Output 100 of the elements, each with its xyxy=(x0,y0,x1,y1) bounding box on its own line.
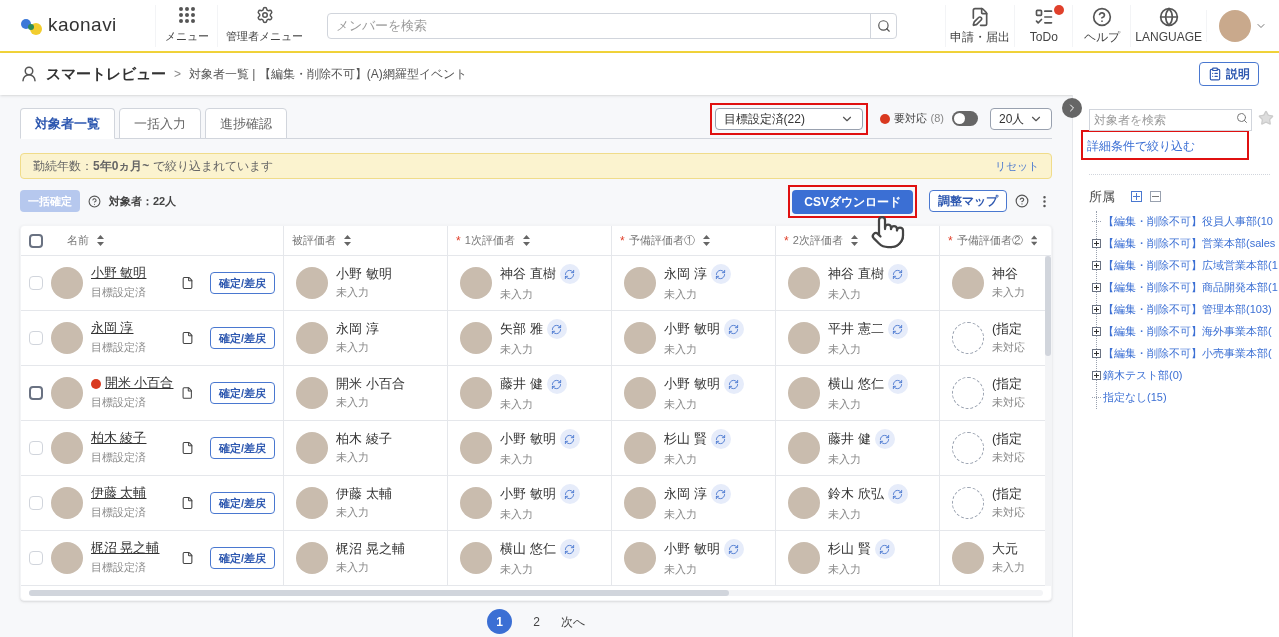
avatar xyxy=(460,267,492,299)
swap-icon[interactable] xyxy=(723,374,744,395)
avatar xyxy=(788,432,820,464)
reset-link[interactable]: リセット xyxy=(995,157,1039,175)
avatar xyxy=(788,377,820,409)
person-name: 永岡 淳 xyxy=(336,321,379,338)
target-count: 対象者：22人 xyxy=(109,193,177,209)
tab[interactable]: 進捗確認 xyxy=(205,108,287,139)
status-text: 未入力 xyxy=(664,398,698,412)
expand-icon[interactable] xyxy=(1092,327,1101,336)
tree-item[interactable]: 【編集・削除不可】役員人事部(10 xyxy=(1103,213,1273,230)
checkbox[interactable] xyxy=(29,386,43,400)
tree-item[interactable]: 【編集・削除不可】海外事業本部( xyxy=(1103,323,1272,340)
nav-button[interactable]: ToDo xyxy=(1014,4,1073,47)
expand-icon[interactable] xyxy=(1092,261,1101,270)
search-icon[interactable] xyxy=(1236,112,1248,124)
expand-icon[interactable] xyxy=(1092,283,1101,292)
star-icon[interactable] xyxy=(1258,110,1274,126)
column-header: 予備評価者② xyxy=(956,233,1023,249)
status-text: 未入力 xyxy=(664,288,698,302)
document-icon[interactable] xyxy=(180,496,194,510)
expand-all-icon[interactable] xyxy=(1131,191,1142,203)
csv-download-button[interactable]: CSVダウンロード xyxy=(792,189,913,214)
help-doc-button[interactable]: 説明 xyxy=(1199,62,1259,86)
help-icon[interactable] xyxy=(1015,194,1029,208)
member-name-link[interactable]: 開米 小百合 xyxy=(105,376,174,392)
member-search-field[interactable]: 対象者を検索 xyxy=(1089,109,1252,131)
person-name: 永岡 淳 xyxy=(664,486,707,503)
tree-item[interactable]: 【編集・削除不可】広域営業本部(1 xyxy=(1103,257,1278,274)
swap-icon[interactable] xyxy=(887,374,908,395)
user-avatar[interactable] xyxy=(1219,9,1251,42)
page-button[interactable]: 2 xyxy=(524,609,549,634)
tree-item[interactable]: 【編集・削除不可】営業本部(sales xyxy=(1103,235,1276,252)
horizontal-scrollbar[interactable] xyxy=(29,590,1043,596)
vertical-scrollbar[interactable] xyxy=(1045,256,1051,586)
status-text: 未入力 xyxy=(336,341,370,355)
expand-icon[interactable] xyxy=(1092,239,1101,248)
expand-icon[interactable] xyxy=(1092,305,1101,314)
tree-item[interactable]: 【編集・削除不可】商品開発本部(1 xyxy=(1103,279,1278,296)
document-icon[interactable] xyxy=(180,276,194,290)
sort-icon[interactable] xyxy=(850,235,858,246)
needs-action-label: 要対応 xyxy=(893,111,927,127)
help-icon[interactable] xyxy=(88,194,101,208)
tab[interactable]: 対象者一覧 xyxy=(20,108,115,139)
column-header: 被評価者 xyxy=(292,233,336,249)
person-name: 神谷 直樹 xyxy=(828,266,884,283)
nav-button[interactable]: 申請・届出 xyxy=(945,4,1015,47)
tree-item[interactable]: 【編集・削除不可】小売事業本部( xyxy=(1103,345,1272,362)
page-button[interactable]: 1 xyxy=(487,609,512,634)
person-name: 杉山 賢 xyxy=(828,541,871,558)
page-size-dropdown[interactable]: 20人 xyxy=(990,107,1052,130)
tree-item[interactable]: 鏑木テスト部(0) xyxy=(1103,367,1183,384)
collapse-button[interactable] xyxy=(1062,98,1082,118)
sort-icon[interactable] xyxy=(1030,235,1037,246)
status-text: 目標設定済 xyxy=(91,450,147,465)
document-icon[interactable] xyxy=(180,331,194,345)
expand-icon[interactable] xyxy=(1092,349,1101,358)
expand-icon[interactable] xyxy=(1092,371,1101,380)
person-name: (指定 xyxy=(992,376,1023,393)
adjust-map-button[interactable]: 調整マップ xyxy=(929,190,1007,212)
person-name: (指定 xyxy=(992,431,1023,448)
checkbox[interactable] xyxy=(29,233,43,248)
nav-button[interactable]: LANGUAGE xyxy=(1130,4,1206,47)
tree-item[interactable]: 指定なし(15) xyxy=(1103,389,1167,406)
sort-icon[interactable] xyxy=(702,235,710,246)
status-text: 目標設定済 xyxy=(91,505,147,520)
document-icon[interactable] xyxy=(181,386,194,400)
nav-button[interactable]: メニュー xyxy=(155,4,217,47)
avatar xyxy=(788,542,820,574)
avatar xyxy=(460,322,492,354)
swap-icon[interactable] xyxy=(546,374,567,395)
person-name: 鈴木 欣弘 xyxy=(828,486,884,503)
sort-icon[interactable] xyxy=(344,235,351,246)
person-name: 柏木 綾子 xyxy=(336,431,392,448)
status-dropdown[interactable]: 目標設定済(22) xyxy=(714,107,863,130)
avatar xyxy=(788,322,820,354)
search-icon[interactable] xyxy=(877,18,891,33)
avatar xyxy=(460,542,492,574)
document-icon[interactable] xyxy=(180,441,194,455)
person-name: 開米 小百合 xyxy=(336,376,405,393)
nav-button[interactable]: 管理者メニュー xyxy=(217,4,311,47)
status-text: 未入力 xyxy=(500,563,534,577)
member-search-field[interactable]: メンバーを検索 xyxy=(327,12,897,39)
avatar xyxy=(51,432,83,464)
sort-icon[interactable] xyxy=(522,235,530,246)
status-text: 未入力 xyxy=(828,398,862,412)
nav-button[interactable]: ヘルプ xyxy=(1072,4,1131,47)
collapse-all-icon[interactable] xyxy=(1150,191,1161,203)
document-icon[interactable] xyxy=(180,551,194,565)
next-page-link[interactable]: 次へ xyxy=(561,612,585,631)
page-title: スマートレビュー xyxy=(46,63,166,84)
toggle-switch[interactable] xyxy=(952,111,978,126)
tree-item[interactable]: 【編集・削除不可】管理本部(103) xyxy=(1103,301,1272,318)
sort-icon[interactable] xyxy=(97,235,104,246)
status-text: 未入力 xyxy=(828,563,862,577)
avatar xyxy=(296,432,328,464)
advanced-filter-link[interactable]: 詳細条件で絞り込む xyxy=(1087,137,1195,155)
confirm-return-button[interactable]: 確定/差戻 xyxy=(209,382,275,404)
tab[interactable]: 一括入力 xyxy=(119,108,201,139)
avatar xyxy=(624,432,656,464)
